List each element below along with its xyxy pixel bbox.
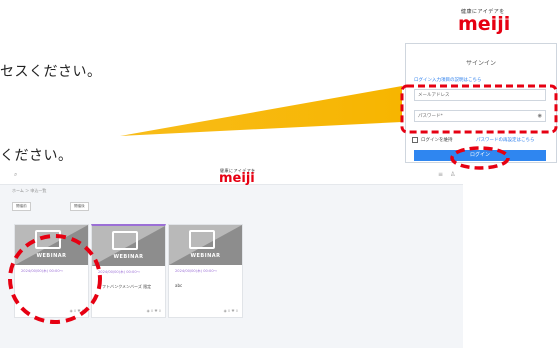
- annotation-circle-login-button: [450, 146, 510, 170]
- annotation-overlay: [8, 84, 558, 324]
- annotation-box-credentials: [400, 84, 558, 134]
- annotation-circle-event-tile: [8, 234, 102, 324]
